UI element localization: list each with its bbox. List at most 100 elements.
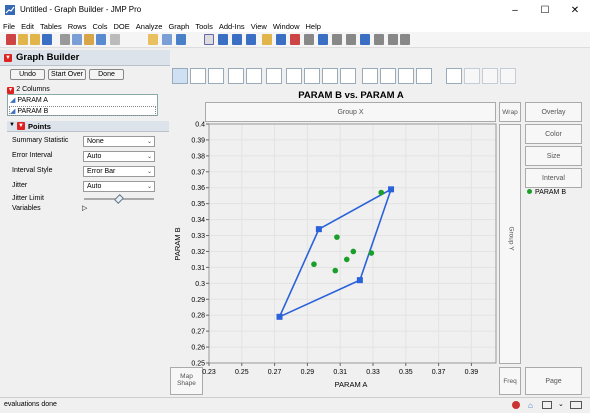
cut-icon[interactable] (60, 34, 70, 45)
box-plot-element-icon[interactable] (322, 68, 338, 84)
parallel-element-icon[interactable] (500, 68, 516, 84)
menu-tools[interactable]: Tools (195, 21, 213, 32)
home-icon[interactable] (6, 34, 16, 45)
undo-button[interactable]: Undo (10, 69, 45, 80)
script-icon[interactable] (110, 34, 120, 45)
page-zone[interactable]: Page (525, 367, 582, 395)
red-triangle-icon[interactable]: ▼ (17, 122, 25, 130)
start-over-button[interactable]: Start Over (48, 69, 86, 80)
close-icon[interactable]: ✕ (560, 0, 590, 21)
points-header[interactable]: ▼ ▼ Points (7, 121, 169, 132)
panel-title: Graph Builder (16, 52, 80, 63)
line-element-icon[interactable] (266, 68, 282, 84)
window-list-icon[interactable] (542, 401, 552, 409)
crosshair-tool-icon[interactable] (232, 34, 242, 45)
selection-tool-icon[interactable] (246, 34, 256, 45)
shape-tool-icon[interactable] (374, 34, 384, 45)
contour-element-icon[interactable] (228, 68, 244, 84)
collapse-icon[interactable]: ▼ (7, 87, 14, 94)
menu-doe[interactable]: DOE (114, 21, 130, 32)
menu-tables[interactable]: Tables (40, 21, 62, 32)
data-table-icon[interactable] (96, 34, 106, 45)
menu-edit[interactable]: Edit (21, 21, 34, 32)
treemap-element-icon[interactable] (398, 68, 414, 84)
points-element-icon[interactable] (172, 68, 188, 84)
jitter-limit-slider[interactable] (84, 194, 154, 204)
line-tool-icon[interactable] (332, 34, 342, 45)
maximize-icon[interactable]: ☐ (530, 0, 560, 21)
save-icon[interactable] (42, 34, 52, 45)
pie-element-icon[interactable] (380, 68, 396, 84)
menu-help[interactable]: Help (306, 21, 321, 32)
mosaic-element-icon[interactable] (416, 68, 432, 84)
expand-icon[interactable]: ▷ (82, 204, 87, 212)
jitter-label: Jitter (12, 182, 28, 189)
histogram-element-icon[interactable] (340, 68, 356, 84)
red-triangle-icon[interactable]: ▼ (4, 54, 12, 62)
density-element-icon[interactable] (246, 68, 262, 84)
freq-zone[interactable]: Freq (499, 367, 521, 395)
menu-graph[interactable]: Graph (168, 21, 189, 32)
column-item-param-b[interactable]: ◢ PARAM B (9, 106, 156, 116)
menu-window[interactable]: Window (273, 21, 300, 32)
caption-box-icon[interactable] (446, 68, 462, 84)
summary-statistic-select[interactable]: None ⌄ (83, 136, 155, 147)
brush-tool-icon[interactable] (276, 34, 286, 45)
x-tick-label: 0.27 (268, 369, 282, 376)
smoother-element-icon[interactable] (190, 68, 206, 84)
interval-style-select[interactable]: Error Bar ⌄ (83, 166, 155, 177)
chevron-down-icon[interactable]: ⌄ (558, 400, 564, 408)
minimize-icon[interactable]: – (500, 0, 530, 21)
grabber-tool-icon[interactable] (262, 34, 272, 45)
oval-tool-icon[interactable] (400, 34, 410, 45)
bar-element-icon[interactable] (286, 68, 302, 84)
polygon-tool-icon[interactable] (388, 34, 398, 45)
menu-view[interactable]: View (251, 21, 267, 32)
stop-icon[interactable] (512, 401, 520, 409)
rectangle-tool-icon[interactable] (360, 34, 370, 45)
paste-icon[interactable] (84, 34, 94, 45)
x-tick-label: 0.33 (366, 369, 380, 376)
annotate-icon[interactable] (318, 34, 328, 45)
ellipse-element-icon[interactable] (208, 68, 224, 84)
arrow-tool-icon[interactable] (204, 34, 214, 45)
done-button[interactable]: Done (89, 69, 124, 80)
menu-addins[interactable]: Add-Ins (219, 21, 245, 32)
y-tick-label: 0.38 (191, 153, 205, 160)
copy-icon[interactable] (72, 34, 82, 45)
tile-windows-icon[interactable] (570, 401, 582, 409)
open-icon[interactable] (30, 34, 40, 45)
color-zone[interactable]: Color (525, 124, 582, 144)
help-tool-icon[interactable] (218, 34, 228, 45)
column-item-param-a[interactable]: ◢ PARAM A (10, 96, 48, 104)
layout-icon[interactable] (162, 34, 172, 45)
menu-file[interactable]: File (3, 21, 15, 32)
y-tick-label: 0.27 (191, 329, 205, 336)
columns-header[interactable]: ▼ 2 Columns (7, 84, 167, 94)
group-y-zone[interactable]: Group Y (499, 124, 521, 364)
collapse-icon[interactable]: ▼ (9, 122, 15, 128)
wrap-zone[interactable]: Wrap (499, 102, 521, 122)
home-icon[interactable]: ⌂ (528, 401, 533, 410)
magnifier-icon[interactable] (304, 34, 314, 45)
interval-zone[interactable]: Interval (525, 168, 582, 188)
lasso-tool-icon[interactable] (290, 34, 300, 45)
jitter-select[interactable]: Auto ⌄ (83, 181, 155, 192)
menu-rows[interactable]: Rows (68, 21, 87, 32)
map-shapes-element-icon[interactable] (482, 68, 498, 84)
menu-cols[interactable]: Cols (92, 21, 107, 32)
new-icon[interactable] (18, 34, 28, 45)
dashboard-icon[interactable] (176, 34, 186, 45)
menu-analyze[interactable]: Analyze (136, 21, 163, 32)
journal-icon[interactable] (148, 34, 158, 45)
slider-thumb[interactable] (114, 194, 124, 204)
error-interval-select[interactable]: Auto ⌄ (83, 151, 155, 162)
overlay-zone[interactable]: Overlay (525, 102, 582, 122)
size-zone[interactable]: Size (525, 146, 582, 166)
heatmap-element-icon[interactable] (362, 68, 378, 84)
text-tool-icon[interactable] (346, 34, 356, 45)
area-element-icon[interactable] (304, 68, 320, 84)
formula-element-icon[interactable] (464, 68, 480, 84)
x-tick-label: 0.35 (399, 369, 413, 376)
y-tick-label: 0.33 (191, 233, 205, 240)
